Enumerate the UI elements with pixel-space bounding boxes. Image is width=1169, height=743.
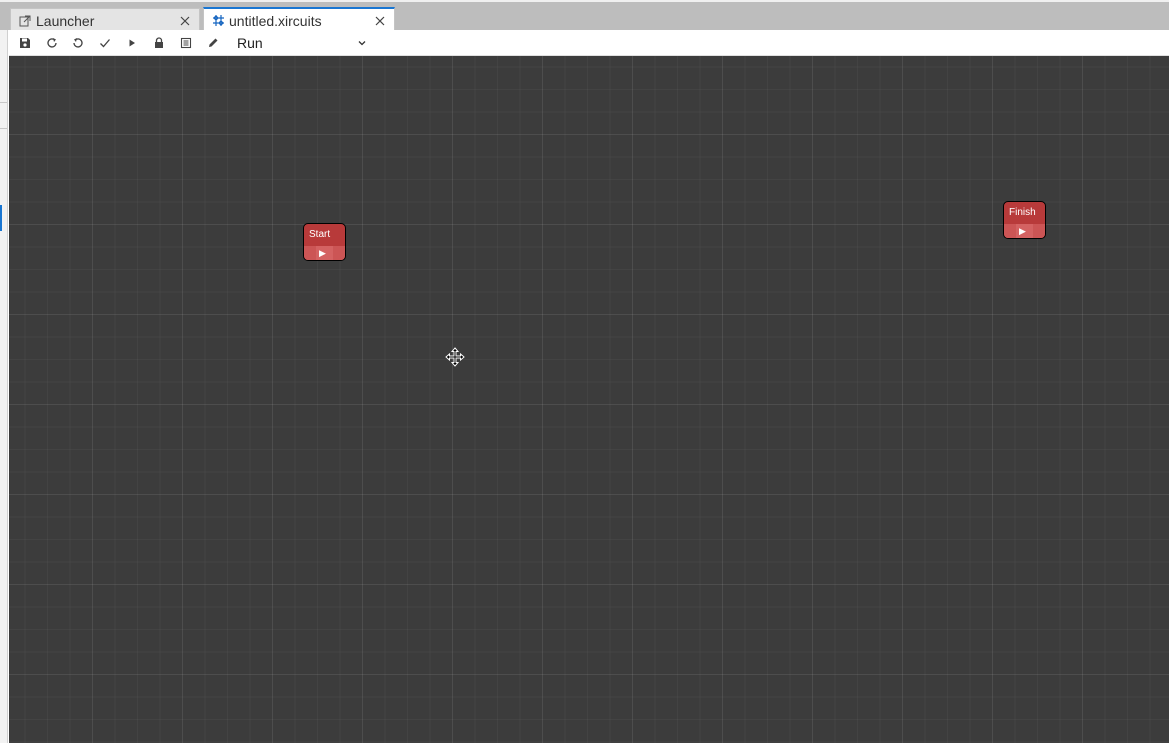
tab-untitled-xircuits[interactable]: untitled.xircuits xyxy=(203,7,395,32)
xircuits-file-icon xyxy=(211,14,225,28)
run-mode-value: Run xyxy=(237,35,263,51)
node-title: Finish xyxy=(1009,207,1036,218)
node-port-row: ▶ xyxy=(304,246,345,260)
toolbar: Run xyxy=(9,30,1169,56)
table-button[interactable] xyxy=(177,34,195,52)
compile-button[interactable] xyxy=(96,34,114,52)
table-icon xyxy=(180,37,192,49)
edit-button[interactable] xyxy=(204,34,222,52)
undo-button[interactable] xyxy=(69,34,87,52)
chevron-down-icon xyxy=(358,41,366,46)
check-icon xyxy=(100,39,110,48)
run-icon xyxy=(129,39,135,47)
left-sidebar-strip xyxy=(0,0,8,743)
sidebar-divider xyxy=(0,102,7,103)
close-icon[interactable] xyxy=(374,15,386,27)
sidebar-active-indicator[interactable] xyxy=(0,205,2,231)
tab-label: Launcher xyxy=(36,12,95,29)
reload-button[interactable] xyxy=(43,34,61,52)
sidebar-divider xyxy=(0,128,7,129)
undo-icon xyxy=(73,38,83,48)
node-port-row: ▶ xyxy=(1004,224,1045,238)
node-title: Start xyxy=(309,229,331,240)
edit-icon xyxy=(209,38,218,47)
run-button[interactable] xyxy=(123,34,141,52)
play-arrow-icon: ▶ xyxy=(1019,226,1026,236)
app-window: Launcher untitled.xircuits Run Start ▶ F… xyxy=(0,0,1169,743)
save-button[interactable] xyxy=(16,34,34,52)
lock-button[interactable] xyxy=(150,34,168,52)
finish-node[interactable]: Finish ▶ xyxy=(1003,201,1046,239)
workflow-canvas[interactable]: Start ▶ Finish ▶ xyxy=(9,56,1169,743)
tab-label: untitled.xircuits xyxy=(229,12,322,29)
tab-bar: Launcher untitled.xircuits xyxy=(0,0,1169,32)
run-mode-select[interactable]: Run xyxy=(232,32,372,54)
lock-icon xyxy=(155,37,163,48)
launcher-icon xyxy=(18,14,32,28)
start-node[interactable]: Start ▶ xyxy=(303,223,346,261)
reload-icon xyxy=(47,38,57,48)
close-icon[interactable] xyxy=(179,15,191,27)
tab-launcher[interactable]: Launcher xyxy=(10,8,200,32)
move-cursor-icon xyxy=(445,347,465,367)
play-arrow-icon: ▶ xyxy=(319,248,326,258)
save-icon xyxy=(20,38,30,48)
